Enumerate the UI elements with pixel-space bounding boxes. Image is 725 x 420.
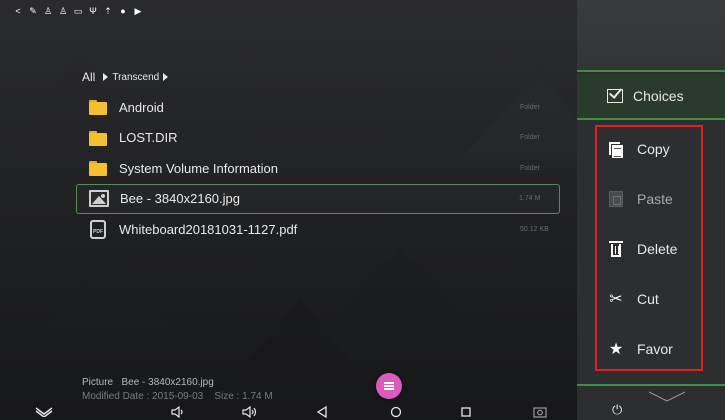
file-name: Android [119, 99, 164, 115]
volume-up-icon[interactable] [240, 404, 260, 420]
upload-icon: ⇡ [104, 5, 112, 16]
volume-down-icon[interactable] [168, 404, 188, 420]
panel-divider [577, 384, 725, 386]
location-icon: ● [120, 5, 126, 16]
paste-button[interactable]: Paste [607, 186, 673, 212]
favor-label: Favor [637, 341, 673, 357]
scissors-icon: ✂ [609, 291, 623, 308]
file-name: Whiteboard20181031-1127.pdf [119, 221, 298, 237]
action-panel: Choices Copy Paste Delete ✂ Cut ★ Favor … [577, 0, 725, 420]
file-meta: Folder [520, 164, 540, 172]
panel-divider [577, 70, 725, 72]
panel-header [577, 0, 725, 70]
home-icon[interactable] [386, 404, 406, 420]
chevron-down-icon[interactable] [34, 404, 54, 420]
menu-icon [384, 382, 394, 390]
info-modified: Modified Date : 2015-09-03 [82, 391, 204, 402]
menu-fab-button[interactable] [376, 373, 402, 399]
trash-icon [607, 240, 625, 258]
chevron-right-icon [103, 73, 109, 81]
paste-icon [607, 190, 625, 208]
delete-label: Delete [637, 241, 678, 257]
share-icon: < [15, 5, 21, 16]
favor-button[interactable]: ★ Favor [607, 336, 673, 362]
star-icon: ★ [608, 341, 624, 358]
image-icon: ▭ [73, 5, 83, 16]
panel-divider [577, 118, 725, 120]
file-meta: Folder [520, 134, 540, 141]
chevron-down-icon[interactable] [647, 390, 687, 402]
folder-icon [88, 98, 108, 116]
copy-icon [607, 140, 625, 158]
file-name: LOST.DIR [119, 130, 178, 145]
file-list: Android Folder LOST.DIR Folder System Vo… [76, 92, 560, 245]
choices-button[interactable]: Choices [577, 74, 725, 118]
pdf-file-icon: PDF [90, 219, 106, 239]
cut-label: Cut [637, 291, 659, 307]
copy-label: Copy [637, 141, 670, 157]
file-meta: 1.74 M [519, 195, 541, 202]
usb-person-icon: ♙ [43, 5, 53, 16]
file-info: Picture Bee - 3840x2160.jpg Modified Dat… [82, 376, 273, 404]
image-file-icon [89, 190, 109, 207]
choices-label: Choices [633, 88, 684, 104]
play-store-icon: ▶ [134, 5, 142, 16]
wrench-icon: ✎ [29, 5, 37, 16]
file-name: Bee - 3840x2160.jpg [120, 191, 240, 206]
file-name: System Volume Information [119, 160, 278, 176]
power-icon[interactable]: ⏻ [612, 402, 622, 418]
cut-button[interactable]: ✂ Cut [607, 286, 659, 312]
file-meta: 50.12 KB [520, 225, 549, 233]
status-bar: < ✎ ♙ ♙ ▭ Ψ ⇡ ● ▶ [0, 0, 577, 22]
usb-person-icon: ♙ [58, 5, 68, 16]
file-row-lost-dir[interactable]: LOST.DIR Folder [76, 123, 560, 153]
breadcrumb-all[interactable]: All [82, 70, 95, 84]
chevron-right-icon [163, 73, 169, 81]
file-meta: Folder [520, 103, 540, 111]
recent-apps-icon[interactable] [456, 404, 476, 420]
file-row-whiteboard-pdf[interactable]: PDF Whiteboard20181031-1127.pdf 50.12 KB [76, 214, 560, 244]
breadcrumb: All Transcend [82, 68, 169, 86]
info-type: Picture [82, 377, 114, 388]
info-size: Size : 1.74 M [214, 391, 273, 402]
checkbox-icon [607, 89, 623, 103]
info-file-name: Bee - 3840x2160.jpg [121, 377, 214, 388]
action-menu-highlight: Copy Paste Delete ✂ Cut ★ Favor [595, 125, 703, 371]
file-row-system-volume-information[interactable]: System Volume Information Folder [76, 153, 560, 183]
system-nav-bar [0, 402, 577, 420]
breadcrumb-label: Transcend [112, 71, 160, 83]
delete-button[interactable]: Delete [607, 236, 677, 262]
folder-icon [88, 159, 108, 177]
copy-button[interactable]: Copy [607, 136, 670, 162]
back-icon[interactable] [312, 404, 332, 420]
paste-label: Paste [637, 191, 673, 207]
screenshot-icon[interactable] [530, 404, 550, 420]
file-row-android[interactable]: Android Folder [76, 92, 560, 122]
folder-icon [88, 129, 108, 147]
usb-icon: Ψ [89, 5, 97, 16]
file-row-bee-jpg[interactable]: Bee - 3840x2160.jpg 1.74 M [76, 183, 560, 214]
breadcrumb-transcend[interactable]: Transcend [103, 71, 169, 83]
file-browser: < ✎ ♙ ♙ ▭ Ψ ⇡ ● ▶ All Transcend Android … [0, 0, 577, 420]
